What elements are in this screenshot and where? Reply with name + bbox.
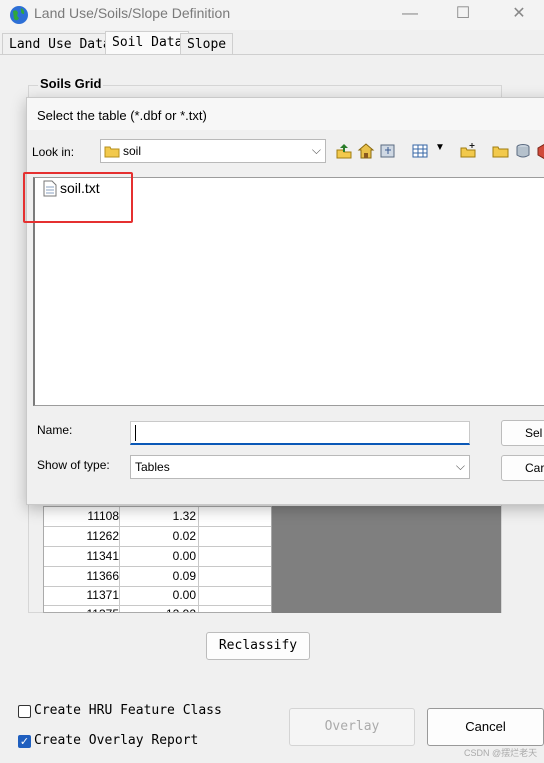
tab-land-use-data[interactable]: Land Use Data bbox=[2, 33, 118, 55]
look-in-value: soil bbox=[123, 144, 142, 158]
value-cell: 11371 bbox=[86, 588, 119, 602]
soils-preview-area bbox=[272, 506, 501, 613]
value-cell: 11375 bbox=[44, 605, 119, 612]
file-dialog: Select the table (*.dbf or *.txt) Look i… bbox=[26, 97, 544, 505]
show-type-label: Show of type: bbox=[37, 458, 110, 472]
table-row[interactable]: 11366 0.09 bbox=[44, 567, 271, 587]
look-in-label: Look in: bbox=[32, 145, 75, 159]
maximize-button[interactable]: ☐ bbox=[452, 4, 474, 24]
area-cell: 0.02 bbox=[119, 527, 199, 546]
table-row[interactable]: 11375 12.92 bbox=[44, 605, 271, 612]
soils-grid-title: Soils Grid bbox=[38, 76, 104, 91]
value-cell: 11341 bbox=[86, 549, 119, 563]
new-folder-icon[interactable] bbox=[460, 142, 478, 160]
window-title: Land Use/Soils/Slope Definition bbox=[34, 5, 231, 21]
show-type-value: Tables bbox=[135, 460, 170, 474]
dialog-title: Select the table (*.dbf or *.txt) bbox=[37, 108, 207, 123]
soils-table[interactable]: 11108 1.32 11262 0.02 11341 0.00 11366 0… bbox=[43, 506, 272, 613]
create-overlay-checkbox[interactable]: ✓ bbox=[18, 735, 31, 748]
area-cell: 0.09 bbox=[119, 567, 199, 586]
dialog-cancel-button[interactable]: Car bbox=[501, 455, 544, 481]
value-cell: 11366 bbox=[86, 569, 119, 583]
value-cell: 11262 bbox=[86, 529, 119, 543]
name-input[interactable] bbox=[130, 421, 470, 445]
globe-icon bbox=[10, 6, 28, 24]
highlight-box bbox=[23, 172, 133, 223]
area-cell: 0.00 bbox=[119, 586, 199, 605]
connect-folder-icon[interactable] bbox=[379, 142, 397, 160]
database-icon[interactable] bbox=[514, 142, 532, 160]
tab-slope[interactable]: Slope bbox=[180, 33, 234, 55]
table-row[interactable]: 11262 0.02 bbox=[44, 527, 271, 547]
up-folder-icon[interactable] bbox=[335, 142, 353, 160]
table-row[interactable]: 11341 0.00 bbox=[44, 547, 271, 567]
chevron-down-icon: ⌵ bbox=[311, 143, 321, 157]
look-in-dropdown[interactable]: soil ⌵ bbox=[100, 139, 326, 163]
cancel-button[interactable]: Cancel bbox=[427, 708, 544, 746]
show-type-dropdown[interactable]: Tables ⌵ bbox=[130, 455, 470, 479]
view-dropdown-icon[interactable]: ▼ bbox=[435, 142, 445, 153]
table-row[interactable]: 11108 1.32 bbox=[44, 507, 271, 527]
home-icon[interactable] bbox=[357, 142, 375, 160]
overlay-button[interactable]: Overlay bbox=[289, 708, 415, 746]
area-cell: 0.00 bbox=[119, 547, 199, 566]
create-overlay-label: Create Overlay Report bbox=[34, 733, 199, 748]
reclassify-button[interactable]: Reclassify bbox=[206, 632, 310, 660]
chevron-down-icon: ⌵ bbox=[455, 459, 465, 473]
text-cursor bbox=[135, 425, 136, 441]
tab-soil-data[interactable]: Soil Data bbox=[105, 31, 190, 55]
create-hru-label: Create HRU Feature Class bbox=[34, 703, 222, 718]
minimize-button[interactable]: — bbox=[399, 4, 421, 24]
name-label: Name: bbox=[37, 423, 73, 437]
area-cell: 1.32 bbox=[119, 507, 199, 526]
geodatabase-icon[interactable] bbox=[536, 142, 544, 160]
table-row[interactable]: 11371 0.00 bbox=[44, 586, 271, 606]
folder-icon[interactable] bbox=[492, 142, 510, 160]
close-button[interactable]: ✕ bbox=[508, 4, 530, 24]
value-cell: 11108 bbox=[87, 509, 119, 523]
folder-icon bbox=[104, 146, 120, 158]
list-view-icon[interactable] bbox=[411, 142, 429, 160]
create-hru-checkbox[interactable] bbox=[18, 705, 31, 718]
area-cell: 12.92 bbox=[119, 605, 199, 612]
watermark: CSDN @摆烂老天 bbox=[464, 748, 538, 758]
select-button[interactable]: Sel bbox=[501, 420, 544, 446]
title-bar: Land Use/Soils/Slope Definition — ☐ ✕ bbox=[0, 0, 544, 30]
